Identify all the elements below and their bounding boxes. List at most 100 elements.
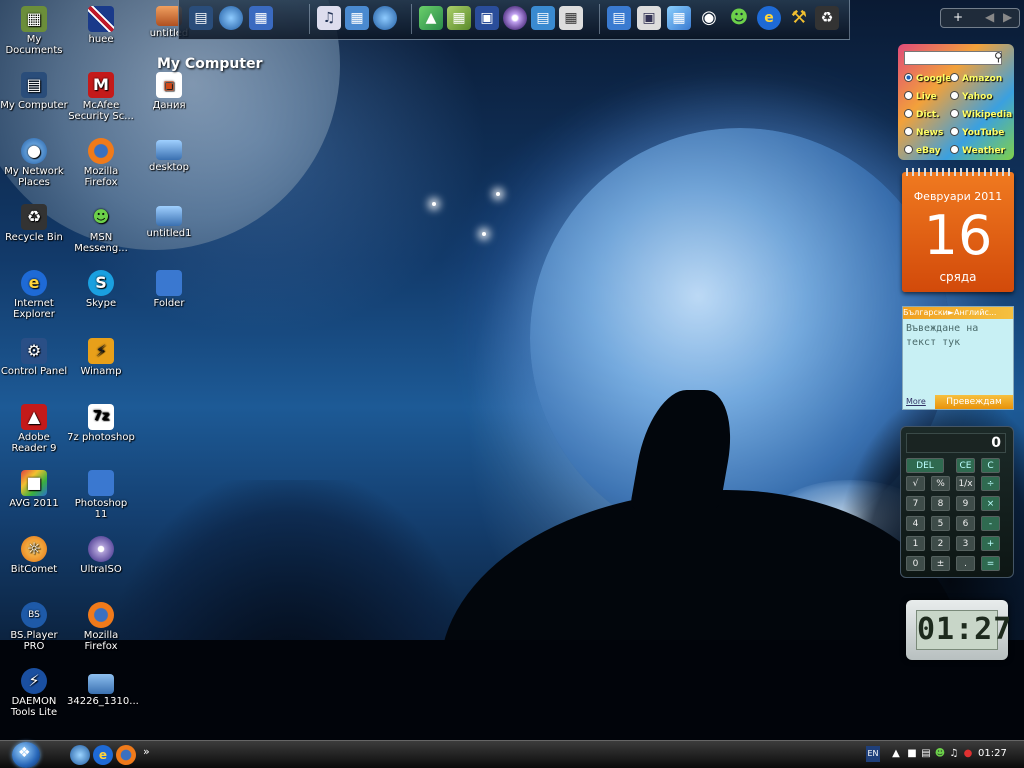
desktop-icon-untitled1[interactable]: untitled1 <box>135 206 203 239</box>
digital-clock-gadget[interactable]: 01:27 <box>906 600 1011 660</box>
documents-icon[interactable]: ▦ <box>249 6 273 30</box>
map-icon[interactable]: ▦ <box>447 6 471 30</box>
calc-key-1[interactable]: 1 <box>906 536 925 551</box>
calc-key-0[interactable]: 0 <box>906 556 925 571</box>
calc-key-sqrt[interactable]: √ <box>906 476 925 491</box>
previous-page-icon[interactable]: ◀ <box>985 10 994 24</box>
calc-key-minus[interactable]: - <box>981 516 1000 531</box>
desktop-icon-adobe-reader[interactable]: ▲ Adobe Reader 9 <box>0 404 68 454</box>
calc-key-reciprocal[interactable]: 1/x <box>956 476 975 491</box>
taskbar-clock[interactable]: 01:27 <box>978 748 1007 759</box>
search-option-wikipedia[interactable]: Wikipedia <box>950 109 1012 120</box>
desktop-icon-avg[interactable]: ■ AVG 2011 <box>0 470 68 509</box>
display-settings-icon[interactable]: ▤ <box>531 6 555 30</box>
desktop-icon-control-panel[interactable]: ⚙ Control Panel <box>0 338 68 377</box>
desktop-icon-internet-explorer[interactable]: e Internet Explorer <box>0 270 68 320</box>
recycle-bin-icon[interactable]: ♻ <box>815 6 839 30</box>
desktop-icon-daemon-tools[interactable]: ⚡ DAEMON Tools Lite <box>0 668 68 718</box>
translator-input[interactable]: Въвеждане на текст тук <box>906 322 1010 392</box>
my-computer-icon[interactable]: ▤ <box>189 6 213 30</box>
desktop-icon-firefox[interactable]: Mozilla Firefox <box>67 138 135 188</box>
language-indicator[interactable]: EN <box>866 746 880 762</box>
calc-key-percent[interactable]: % <box>931 476 950 491</box>
file-icon[interactable]: ▦ <box>559 6 583 30</box>
calc-key-del[interactable]: DEL <box>906 458 944 473</box>
show-desktop-icon[interactable] <box>70 745 90 765</box>
calc-key-4[interactable]: 4 <box>906 516 925 531</box>
calendar-gadget[interactable]: Февруари 2011 16 сряда <box>902 168 1014 292</box>
desktop-icon-msn-messenger[interactable]: ☻ MSN Messeng... <box>67 204 135 254</box>
calc-key-9[interactable]: 9 <box>956 496 975 511</box>
desktop-icon-winamp[interactable]: ⚡ Winamp <box>67 338 135 377</box>
gallery-icon[interactable]: ▦ <box>667 6 691 30</box>
msn-messenger-icon[interactable]: ☻ <box>934 748 946 760</box>
quick-launch-more-button[interactable]: » <box>143 745 150 758</box>
start-button[interactable]: ❖ <box>12 742 40 768</box>
desktop-icon-bsplayer[interactable]: BS BS.Player PRO <box>0 602 68 652</box>
mouse-icon[interactable] <box>373 6 397 30</box>
search-option-ebay[interactable]: eBay <box>904 145 941 156</box>
msn-messenger-icon[interactable]: ☻ <box>727 6 751 30</box>
calc-key-decimal[interactable]: . <box>956 556 975 571</box>
calc-key-ce[interactable]: CE <box>956 458 975 473</box>
desktop-icon-my-network-places[interactable]: ● My Network Places <box>0 138 68 188</box>
firefox-icon[interactable] <box>116 745 136 765</box>
internet-explorer-icon[interactable]: e <box>93 745 113 765</box>
music-file-icon[interactable]: ♫ <box>317 6 341 30</box>
tools-icon[interactable]: ⚒ <box>787 6 811 30</box>
translator-more-link[interactable]: More <box>906 397 926 406</box>
desktop-icon-image-34226[interactable]: 34226_1310... <box>67 674 139 707</box>
desktop-icon-photoshop-11[interactable]: Photoshop 11 <box>67 470 135 520</box>
search-option-news[interactable]: News <box>904 127 943 138</box>
desktop-icon-firefox-2[interactable]: Mozilla Firefox <box>67 602 135 652</box>
next-page-icon[interactable]: ▶ <box>1003 10 1012 24</box>
calc-key-c[interactable]: C <box>981 458 1000 473</box>
search-option-youtube[interactable]: YouTube <box>950 127 1004 138</box>
calc-key-3[interactable]: 3 <box>956 536 975 551</box>
calc-key-2[interactable]: 2 <box>931 536 950 551</box>
desktop-icon-my-computer[interactable]: ▤ My Computer <box>0 72 68 111</box>
desktop-icon-mcafee[interactable]: M McAfee Security Sc... <box>67 72 135 122</box>
calc-key-8[interactable]: 8 <box>931 496 950 511</box>
add-gadget-button[interactable]: + <box>953 10 963 24</box>
desktop-icon-skype[interactable]: S Skype <box>67 270 135 309</box>
show-hidden-icons-icon[interactable]: ▲ <box>890 748 902 760</box>
translator-language-pair[interactable]: Български►Английс... <box>903 307 1013 319</box>
volume-icon[interactable]: ♫ <box>948 748 960 760</box>
security-icon[interactable]: ■ <box>906 748 918 760</box>
calc-key-divide[interactable]: ÷ <box>981 476 1000 491</box>
internet-explorer-icon[interactable]: e <box>757 6 781 30</box>
search-option-weather[interactable]: Weather <box>950 145 1005 156</box>
desktop-icon-folder[interactable]: Folder <box>135 270 203 309</box>
search-option-yahoo[interactable]: Yahoo <box>950 91 993 102</box>
calc-key-5[interactable]: 5 <box>931 516 950 531</box>
calc-key-6[interactable]: 6 <box>956 516 975 531</box>
desktop-icon-recycle-bin[interactable]: ♻ Recycle Bin <box>0 204 68 243</box>
desktop-icon-huee[interactable]: huee <box>67 6 135 45</box>
search-icon[interactable]: ⚲ <box>994 50 1003 64</box>
desktop-icon-desktop[interactable]: desktop <box>135 140 203 173</box>
search-option-amazon[interactable]: Amazon <box>950 73 1002 84</box>
search-option-dict[interactable]: Dict. <box>904 109 940 120</box>
desktop-icon-ultraiso[interactable]: UltraISO <box>67 536 135 575</box>
search-option-google[interactable]: Google <box>904 73 951 84</box>
search-input[interactable] <box>904 51 1002 65</box>
dvd-icon[interactable] <box>503 6 527 30</box>
desktop-icon-my-documents[interactable]: ▦ My Documents <box>0 6 68 56</box>
eyes-icon[interactable]: ◉ <box>697 6 721 30</box>
network-icon[interactable] <box>219 6 243 30</box>
desktop-icon-dania[interactable]: ▣ Дания <box>135 72 203 111</box>
documents-icon[interactable]: ▦ <box>345 6 369 30</box>
calc-key-sign[interactable]: ± <box>931 556 950 571</box>
window-icon[interactable]: ▣ <box>475 6 499 30</box>
desktop-icon[interactable]: ▤ <box>607 6 631 30</box>
calc-key-equals[interactable]: = <box>981 556 1000 571</box>
translate-button[interactable]: Превеждам <box>935 395 1013 409</box>
search-option-live[interactable]: Live <box>904 91 937 102</box>
document-window-icon[interactable]: ▣ <box>637 6 661 30</box>
network-icon[interactable]: ▤ <box>920 748 932 760</box>
calc-key-7[interactable]: 7 <box>906 496 925 511</box>
mcafee-icon[interactable]: ● <box>962 748 974 760</box>
calc-key-plus[interactable]: + <box>981 536 1000 551</box>
picture-icon[interactable]: ▲ <box>419 6 443 30</box>
